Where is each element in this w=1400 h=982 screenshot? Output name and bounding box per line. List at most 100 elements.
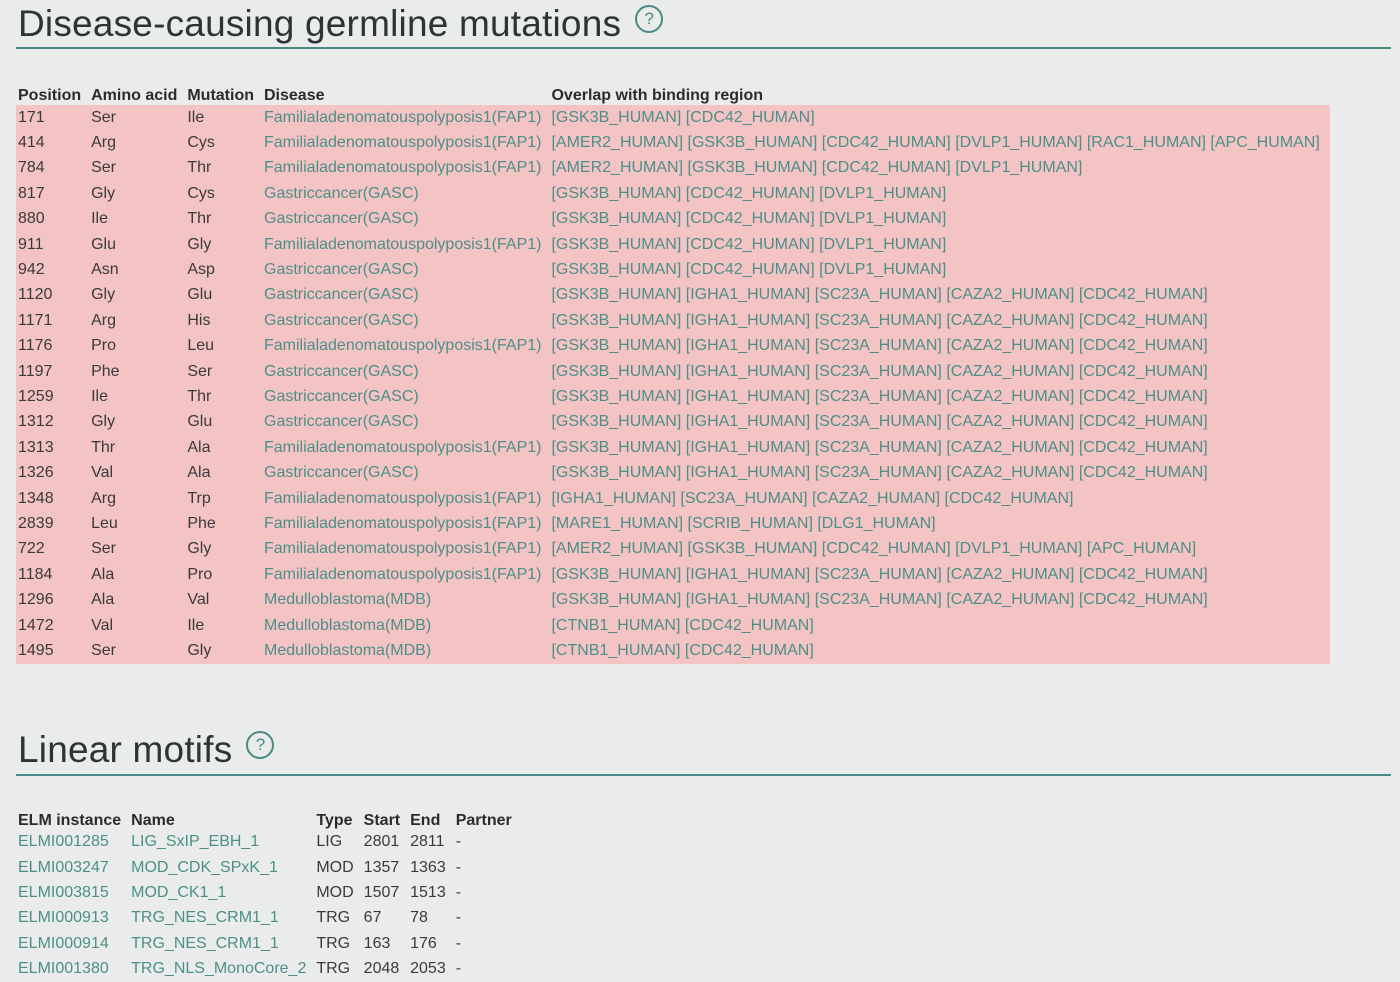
partner-link[interactable]: [CDC42_HUMAN] (1079, 591, 1208, 608)
partner-link[interactable]: [CDC42_HUMAN] (686, 109, 815, 126)
elm-instance-link[interactable]: ELMI003247 (18, 859, 109, 876)
partner-link[interactable]: [CDC42_HUMAN] (945, 490, 1074, 507)
partner-link[interactable]: [DVLP1_HUMAN] (819, 236, 946, 253)
disease-link[interactable]: Gastriccancer(GASC) (264, 464, 419, 481)
partner-link[interactable]: [IGHA1_HUMAN] (686, 286, 810, 303)
partner-link[interactable]: [GSK3B_HUMAN] (551, 591, 681, 608)
disease-link[interactable]: Gastriccancer(GASC) (264, 210, 419, 227)
partner-link[interactable]: [CAZA2_HUMAN] (946, 312, 1074, 329)
disease-link[interactable]: Familialadenomatouspolyposis1(FAP1) (264, 439, 541, 456)
partner-link[interactable]: [GSK3B_HUMAN] (551, 337, 681, 354)
partner-link[interactable]: [CAZA2_HUMAN] (812, 490, 940, 507)
partner-link[interactable]: [GSK3B_HUMAN] (551, 261, 681, 278)
partner-link[interactable]: [IGHA1_HUMAN] (686, 591, 810, 608)
help-icon[interactable]: ? (635, 4, 664, 33)
motif-name-link[interactable]: TRG_NLS_MonoCore_2 (131, 960, 306, 977)
partner-link[interactable]: [SC23A_HUMAN] (815, 464, 942, 481)
partner-link[interactable]: [IGHA1_HUMAN] (686, 312, 810, 329)
motif-name-link[interactable]: MOD_CDK_SPxK_1 (131, 859, 278, 876)
partner-link[interactable]: [CDC42_HUMAN] (1079, 312, 1208, 329)
disease-link[interactable]: Medulloblastoma(MDB) (264, 591, 431, 608)
partner-link[interactable]: [IGHA1_HUMAN] (686, 363, 810, 380)
partner-link[interactable]: [GSK3B_HUMAN] (551, 363, 681, 380)
elm-instance-link[interactable]: ELMI001285 (18, 833, 109, 850)
partner-link[interactable]: [CAZA2_HUMAN] (946, 413, 1074, 430)
partner-link[interactable]: [GSK3B_HUMAN] (688, 159, 818, 176)
partner-link[interactable]: [CDC42_HUMAN] (822, 134, 951, 151)
elm-instance-link[interactable]: ELMI003815 (18, 884, 109, 901)
partner-link[interactable]: [CDC42_HUMAN] (1079, 363, 1208, 380)
partner-link[interactable]: [CDC42_HUMAN] (686, 236, 815, 253)
partner-link[interactable]: [CAZA2_HUMAN] (946, 388, 1074, 405)
partner-link[interactable]: [DVLP1_HUMAN] (955, 134, 1082, 151)
partner-link[interactable]: [CAZA2_HUMAN] (946, 337, 1074, 354)
partner-link[interactable]: [DLG1_HUMAN] (817, 515, 935, 532)
partner-link[interactable]: [CAZA2_HUMAN] (946, 363, 1074, 380)
partner-link[interactable]: [SC23A_HUMAN] (815, 286, 942, 303)
elm-instance-link[interactable]: ELMI000914 (18, 935, 109, 952)
disease-link[interactable]: Familialadenomatouspolyposis1(FAP1) (264, 236, 541, 253)
partner-link[interactable]: [SC23A_HUMAN] (815, 566, 942, 583)
partner-link[interactable]: [DVLP1_HUMAN] (819, 261, 946, 278)
partner-link[interactable]: [IGHA1_HUMAN] (686, 413, 810, 430)
partner-link[interactable]: [SC23A_HUMAN] (815, 363, 942, 380)
partner-link[interactable]: [GSK3B_HUMAN] (551, 185, 681, 202)
motif-name-link[interactable]: TRG_NES_CRM1_1 (131, 935, 279, 952)
partner-link[interactable]: [CAZA2_HUMAN] (946, 591, 1074, 608)
partner-link[interactable]: [MARE1_HUMAN] (551, 515, 683, 532)
disease-link[interactable]: Familialadenomatouspolyposis1(FAP1) (264, 515, 541, 532)
disease-link[interactable]: Familialadenomatouspolyposis1(FAP1) (264, 109, 541, 126)
partner-link[interactable]: [CDC42_HUMAN] (1079, 337, 1208, 354)
partner-link[interactable]: [AMER2_HUMAN] (551, 159, 683, 176)
elm-instance-link[interactable]: ELMI000913 (18, 909, 109, 926)
disease-link[interactable]: Medulloblastoma(MDB) (264, 617, 431, 634)
partner-link[interactable]: [CAZA2_HUMAN] (946, 566, 1074, 583)
partner-link[interactable]: [CDC42_HUMAN] (686, 210, 815, 227)
partner-link[interactable]: [DVLP1_HUMAN] (819, 185, 946, 202)
partner-link[interactable]: [CDC42_HUMAN] (686, 185, 815, 202)
partner-link[interactable]: [GSK3B_HUMAN] (551, 413, 681, 430)
partner-link[interactable]: [CAZA2_HUMAN] (946, 439, 1074, 456)
disease-link[interactable]: Gastriccancer(GASC) (264, 413, 419, 430)
partner-link[interactable]: [SCRIB_HUMAN] (688, 515, 813, 532)
motif-name-link[interactable]: MOD_CK1_1 (131, 884, 226, 901)
partner-link[interactable]: [GSK3B_HUMAN] (551, 566, 681, 583)
partner-link[interactable]: [APC_HUMAN] (1210, 134, 1319, 151)
partner-link[interactable]: [CDC42_HUMAN] (1079, 566, 1208, 583)
partner-link[interactable]: [CDC42_HUMAN] (685, 617, 814, 634)
motif-name-link[interactable]: TRG_NES_CRM1_1 (131, 909, 279, 926)
partner-link[interactable]: [SC23A_HUMAN] (680, 490, 807, 507)
disease-link[interactable]: Familialadenomatouspolyposis1(FAP1) (264, 159, 541, 176)
partner-link[interactable]: [SC23A_HUMAN] (815, 337, 942, 354)
disease-link[interactable]: Familialadenomatouspolyposis1(FAP1) (264, 540, 541, 557)
motif-name-link[interactable]: LIG_SxIP_EBH_1 (131, 833, 259, 850)
partner-link[interactable]: [CDC42_HUMAN] (1079, 388, 1208, 405)
disease-link[interactable]: Gastriccancer(GASC) (264, 286, 419, 303)
partner-link[interactable]: [GSK3B_HUMAN] (688, 540, 818, 557)
partner-link[interactable]: [SC23A_HUMAN] (815, 312, 942, 329)
partner-link[interactable]: [CTNB1_HUMAN] (551, 642, 680, 659)
partner-link[interactable]: [CDC42_HUMAN] (822, 159, 951, 176)
partner-link[interactable]: [SC23A_HUMAN] (815, 591, 942, 608)
partner-link[interactable]: [IGHA1_HUMAN] (686, 566, 810, 583)
partner-link[interactable]: [CTNB1_HUMAN] (551, 617, 680, 634)
partner-link[interactable]: [IGHA1_HUMAN] (686, 337, 810, 354)
partner-link[interactable]: [CDC42_HUMAN] (1079, 413, 1208, 430)
disease-link[interactable]: Gastriccancer(GASC) (264, 185, 419, 202)
partner-link[interactable]: [CDC42_HUMAN] (1079, 464, 1208, 481)
partner-link[interactable]: [GSK3B_HUMAN] (551, 312, 681, 329)
partner-link[interactable]: [CAZA2_HUMAN] (946, 464, 1074, 481)
partner-link[interactable]: [GSK3B_HUMAN] (551, 109, 681, 126)
help-icon[interactable]: ? (246, 731, 275, 760)
partner-link[interactable]: [AMER2_HUMAN] (551, 134, 683, 151)
partner-link[interactable]: [SC23A_HUMAN] (815, 388, 942, 405)
partner-link[interactable]: [CDC42_HUMAN] (686, 261, 815, 278)
partner-link[interactable]: [GSK3B_HUMAN] (551, 388, 681, 405)
elm-instance-link[interactable]: ELMI001380 (18, 960, 109, 977)
disease-link[interactable]: Familialadenomatouspolyposis1(FAP1) (264, 490, 541, 507)
partner-link[interactable]: [GSK3B_HUMAN] (551, 236, 681, 253)
partner-link[interactable]: [DVLP1_HUMAN] (819, 210, 946, 227)
disease-link[interactable]: Familialadenomatouspolyposis1(FAP1) (264, 566, 541, 583)
partner-link[interactable]: [AMER2_HUMAN] (551, 540, 683, 557)
partner-link[interactable]: [GSK3B_HUMAN] (551, 286, 681, 303)
